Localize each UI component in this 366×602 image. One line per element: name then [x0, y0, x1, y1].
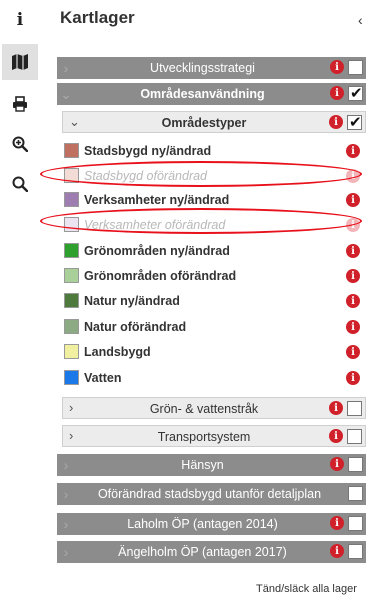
info-icon[interactable]: i: [346, 269, 360, 283]
layer-subgroup-gron-vattenstrak[interactable]: › Grön- & vattenstråk i: [62, 397, 366, 419]
layer-checkbox[interactable]: [348, 60, 363, 75]
layer-checkbox[interactable]: [348, 84, 363, 102]
info-icon[interactable]: i: [330, 457, 344, 471]
layer-group-label: Laholm ÖP (antagen 2014): [127, 517, 278, 531]
layer-item[interactable]: Vatten i: [64, 367, 360, 389]
panel-title: Kartlager: [60, 8, 135, 27]
layer-item-label: Natur ny/ändrad: [84, 294, 180, 308]
layer-checkbox[interactable]: [347, 429, 362, 444]
info-icon[interactable]: i: [346, 144, 360, 158]
layer-group-omradesanvandning[interactable]: ⌄ Områdesanvändning i: [57, 83, 366, 105]
layer-item[interactable]: Natur oförändrad i: [64, 316, 360, 338]
layer-group-label: Oförändrad stadsbygd utanför detaljplan: [97, 487, 322, 501]
layer-item-label: Vatten: [84, 371, 122, 385]
info-icon[interactable]: i: [329, 429, 343, 443]
info-icon[interactable]: i: [346, 169, 360, 183]
layer-group-label: Grön- & vattenstråk: [149, 402, 259, 416]
search-icon[interactable]: [2, 166, 38, 202]
print-icon[interactable]: [2, 86, 38, 122]
chevron-down-icon: ⌄: [69, 114, 80, 129]
layer-subgroup-transportsystem[interactable]: › Transportsystem i: [62, 425, 366, 447]
chevron-right-icon: ›: [69, 428, 74, 443]
info-icon[interactable]: i: [346, 294, 360, 308]
layer-item-label: Verksamheter ny/ändrad: [84, 193, 230, 207]
chevron-right-icon: ›: [63, 516, 69, 532]
layer-group-label: Områdestyper: [161, 116, 247, 130]
chevron-right-icon: ›: [63, 60, 69, 76]
layer-group-label: Ängelholm ÖP (antagen 2017): [118, 545, 287, 559]
layer-group-label: Transportsystem: [157, 430, 251, 444]
layer-item[interactable]: Landsbygd i: [64, 341, 360, 363]
layer-group-hansyn[interactable]: › Hänsyn i: [57, 454, 366, 476]
layer-group-utvecklingsstrategi[interactable]: › Utvecklingsstrategi i: [57, 57, 366, 79]
zoom-in-icon[interactable]: [2, 126, 38, 162]
layer-group-oforandrad-stadsbygd[interactable]: › Oförändrad stadsbygd utanför detaljpla…: [57, 483, 366, 505]
legend-swatch: [64, 268, 79, 283]
legend-swatch: [64, 293, 79, 308]
info-icon[interactable]: i: [346, 345, 360, 359]
info-icon[interactable]: i: [346, 371, 360, 385]
layer-group-angelholm[interactable]: › Ängelholm ÖP (antagen 2017) i: [57, 541, 366, 563]
layer-checkbox[interactable]: [347, 401, 362, 416]
layer-group-laholm[interactable]: › Laholm ÖP (antagen 2014) i: [57, 513, 366, 535]
layer-item[interactable]: Natur ny/ändrad i: [64, 290, 360, 312]
layer-subgroup-omradestyper[interactable]: ⌄ Områdestyper i: [62, 111, 366, 133]
left-toolbar: i: [0, 0, 42, 602]
map-icon[interactable]: [2, 44, 38, 80]
legend-swatch: [64, 168, 79, 183]
info-icon[interactable]: i: [346, 193, 360, 207]
layer-group-label: Utvecklingsstrategi: [150, 61, 255, 75]
layer-item[interactable]: Verksamheter oförändrad i: [64, 214, 360, 236]
info-icon[interactable]: i: [346, 320, 360, 334]
legend-swatch: [64, 243, 79, 258]
layer-item-label: Natur oförändrad: [84, 320, 187, 334]
legend-swatch: [64, 192, 79, 207]
layer-checkbox[interactable]: [348, 457, 363, 472]
legend-swatch: [64, 319, 79, 334]
info-icon[interactable]: i: [346, 218, 360, 232]
info-icon[interactable]: i: [329, 115, 343, 129]
layer-item-label: Grönområden ny/ändrad: [84, 244, 230, 258]
layer-item[interactable]: Verksamheter ny/ändrad i: [64, 189, 360, 211]
info-icon[interactable]: i: [330, 544, 344, 558]
layer-item-label: Landsbygd: [84, 345, 151, 359]
info-icon[interactable]: i: [330, 60, 344, 74]
info-icon[interactable]: i: [330, 86, 344, 100]
layer-item[interactable]: Grönområden ny/ändrad i: [64, 240, 360, 262]
chevron-down-icon: ⌄: [60, 85, 72, 102]
layer-checkbox[interactable]: [348, 544, 363, 559]
layer-group-label: Hänsyn: [181, 458, 224, 472]
layer-checkbox[interactable]: [348, 486, 363, 501]
layer-item[interactable]: Stadsbygd oförändrad i: [64, 165, 360, 187]
chevron-right-icon: ›: [69, 400, 74, 415]
layer-item-label: Stadsbygd oförändrad: [84, 169, 208, 183]
info-icon[interactable]: i: [329, 401, 343, 415]
legend-swatch: [64, 370, 79, 385]
legend-swatch: [64, 217, 79, 232]
chevron-right-icon: ›: [63, 544, 69, 560]
layer-checkbox[interactable]: [347, 113, 362, 131]
legend-swatch: [64, 143, 79, 158]
layer-item[interactable]: Grönområden oförändrad i: [64, 265, 360, 287]
chevron-right-icon: ›: [63, 457, 69, 473]
layer-item-label: Stadsbygd ny/ändrad: [84, 144, 212, 158]
info-icon[interactable]: i: [346, 244, 360, 258]
info-icon[interactable]: i: [2, 2, 38, 38]
legend-swatch: [64, 344, 79, 359]
info-icon[interactable]: i: [330, 516, 344, 530]
layer-group-label: Områdesanvändning: [140, 87, 265, 101]
layer-item-label: Verksamheter oförändrad: [84, 218, 226, 232]
layer-item-label: Grönområden oförändrad: [84, 269, 237, 283]
layer-panel-app: i Kartlager ‹ › Utvecklingsstrategi i ⌄ …: [0, 0, 366, 602]
toggle-all-layers-button[interactable]: Tänd/släck alla lager: [256, 583, 357, 595]
chevron-right-icon: ›: [63, 486, 69, 502]
collapse-panel-button[interactable]: ‹: [358, 12, 363, 28]
layer-checkbox[interactable]: [348, 516, 363, 531]
layer-item[interactable]: Stadsbygd ny/ändrad i: [64, 140, 360, 162]
